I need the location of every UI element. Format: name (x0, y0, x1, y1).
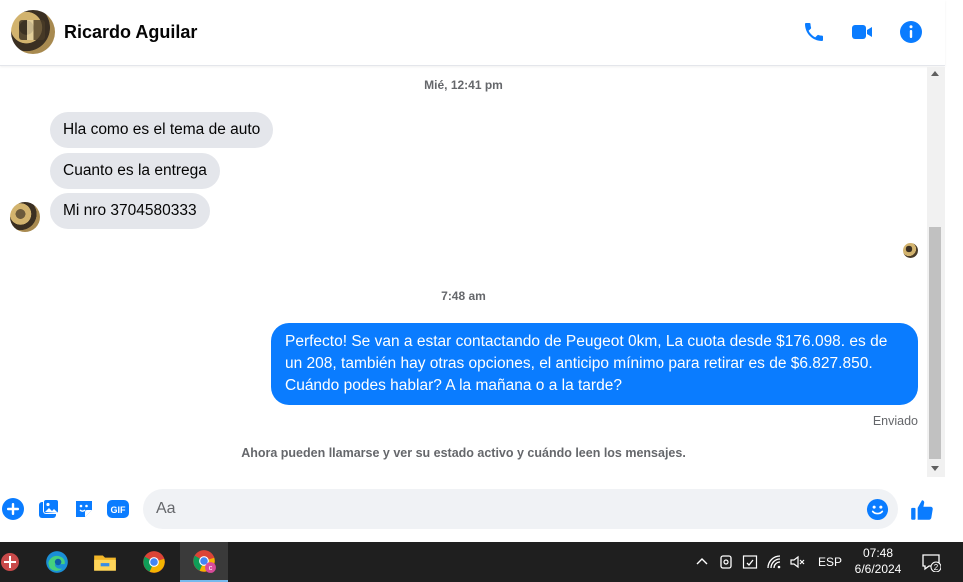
message-composer: GIF (0, 477, 963, 542)
volume-muted-icon[interactable] (789, 554, 805, 570)
chevron-up-icon[interactable] (694, 554, 710, 570)
clock-time: 07:48 (862, 546, 894, 560)
emoji-icon[interactable] (866, 498, 889, 521)
chrome-profile-icon[interactable]: c (180, 542, 228, 582)
taskbar-app-icon[interactable] (0, 542, 34, 582)
meet-now-icon[interactable] (718, 554, 734, 570)
conversation-header: Ricardo Aguilar (0, 0, 945, 66)
message-timestamp: Mié, 12:41 pm (424, 78, 503, 92)
photo-gallery-icon[interactable] (37, 497, 61, 521)
clock-date: 6/6/2024 (854, 562, 902, 576)
phone-call-icon[interactable] (802, 20, 826, 44)
sent-status: Enviado (872, 414, 918, 428)
sticker-icon[interactable] (72, 497, 96, 521)
connection-notice: Ahora pueden llamarse y ver su estado ac… (241, 446, 686, 460)
scroll-up-arrow-icon[interactable] (931, 71, 939, 76)
contact-avatar[interactable] (11, 10, 55, 54)
gif-icon[interactable]: GIF (106, 497, 130, 521)
thumbs-up-icon[interactable] (909, 497, 935, 523)
notification-count: 2 (934, 563, 939, 572)
scroll-thumb[interactable] (929, 227, 941, 459)
message-input[interactable] (143, 489, 898, 529)
message-scrollbar[interactable] (927, 67, 945, 477)
message-timestamp: 7:48 am (441, 289, 486, 303)
edge-browser-icon[interactable] (33, 542, 81, 582)
svg-text:GIF: GIF (111, 505, 127, 515)
plus-circle-icon[interactable] (1, 497, 25, 521)
scroll-down-arrow-icon[interactable] (931, 466, 939, 471)
incoming-message[interactable]: Hla como es el tema de auto (50, 112, 274, 148)
message-list: Mié, 12:41 pm Hla como es el tema de aut… (0, 67, 927, 477)
file-explorer-icon[interactable] (81, 542, 129, 582)
sender-avatar[interactable] (10, 202, 40, 232)
incoming-message[interactable]: Cuanto es la entrega (50, 153, 220, 189)
contact-name[interactable]: Ricardo Aguilar (64, 22, 197, 43)
wifi-icon[interactable] (766, 554, 782, 570)
security-icon[interactable] (742, 554, 758, 570)
video-call-icon[interactable] (850, 20, 874, 44)
language-indicator[interactable]: ESP (818, 542, 842, 582)
info-icon[interactable] (899, 20, 923, 44)
svg-text:c: c (209, 563, 213, 572)
outgoing-message[interactable]: Perfecto! Se van a estar contactando de … (271, 323, 918, 405)
messenger-window: Ricardo Aguilar Mié, 12:41 pm Hla como e… (0, 0, 963, 542)
windows-taskbar: c ESP 07:48 6/6/2024 2 (0, 542, 963, 582)
seen-indicator-avatar (903, 243, 918, 258)
incoming-message[interactable]: Mi nro 3704580333 (50, 193, 210, 229)
chrome-browser-icon[interactable] (130, 542, 178, 582)
notification-center-icon[interactable]: 2 (921, 552, 942, 573)
system-clock[interactable]: 07:48 6/6/2024 (848, 545, 908, 577)
